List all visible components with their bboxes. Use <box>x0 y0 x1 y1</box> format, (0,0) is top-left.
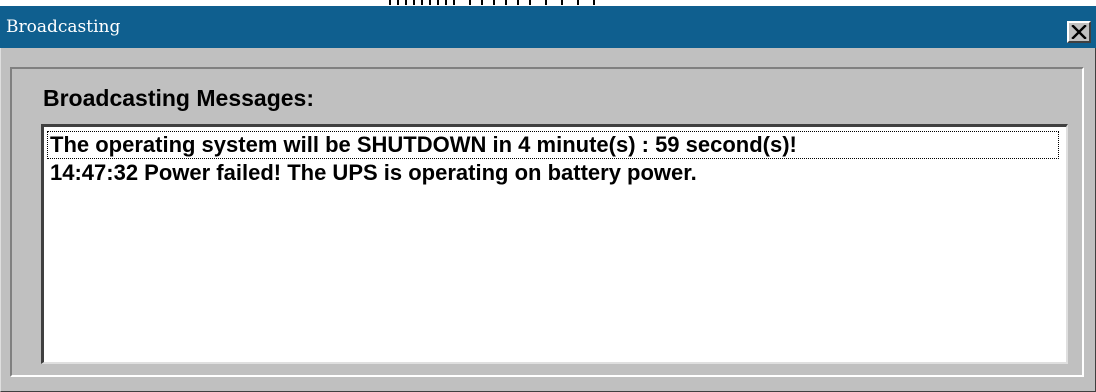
close-button[interactable] <box>1067 21 1091 43</box>
window-titlebar[interactable]: Broadcasting <box>0 6 1096 48</box>
partial-text-fragment <box>385 0 607 5</box>
list-item[interactable]: The operating system will be SHUTDOWN in… <box>47 131 1059 159</box>
window-title: Broadcasting <box>6 17 121 37</box>
messages-listbox[interactable]: The operating system will be SHUTDOWN in… <box>41 124 1068 364</box>
list-item[interactable]: 14:47:32 Power failed! The UPS is operat… <box>47 159 1059 187</box>
close-icon <box>1071 25 1087 39</box>
messages-group-label: Broadcasting Messages: <box>43 85 314 111</box>
